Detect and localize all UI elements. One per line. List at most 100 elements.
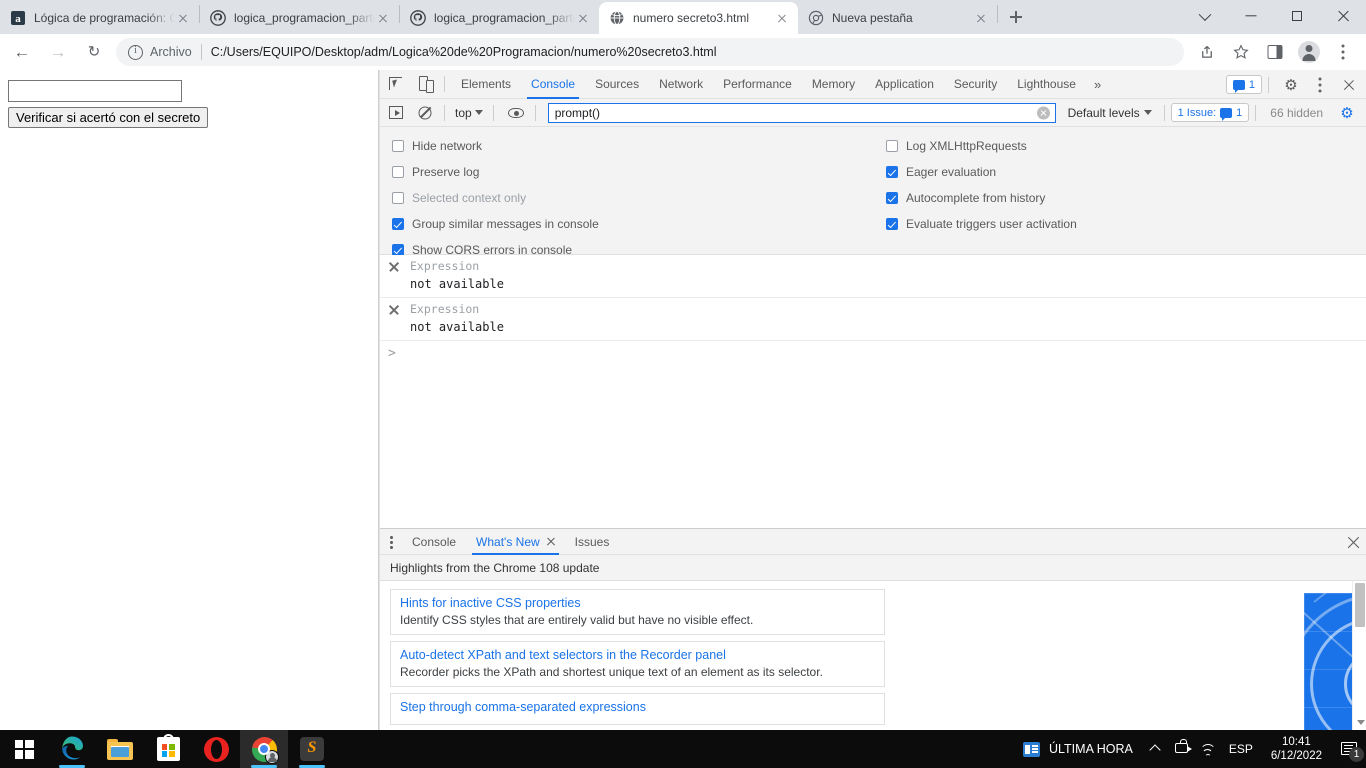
close-icon[interactable] — [375, 10, 391, 26]
tab-application[interactable]: Application — [865, 70, 944, 99]
checkbox-icon[interactable] — [392, 140, 404, 152]
language-indicator[interactable]: ESP — [1221, 742, 1261, 756]
setting-hide-network[interactable]: Hide network — [392, 133, 599, 159]
tab-console[interactable]: Console — [521, 70, 585, 99]
setting-evaluate-triggers-user-activation[interactable]: Evaluate triggers user activation — [886, 211, 1077, 237]
secret-number-input[interactable] — [8, 80, 182, 102]
live-expression-eye-icon[interactable] — [503, 100, 529, 126]
scrollbar-thumb[interactable] — [1355, 583, 1365, 627]
clear-console-icon[interactable] — [412, 100, 438, 126]
profile-avatar-icon[interactable] — [1295, 38, 1323, 66]
drawer-tab-console[interactable]: Console — [402, 529, 466, 555]
tab-lighthouse[interactable]: Lighthouse — [1007, 70, 1086, 99]
setting-selected-context-only[interactable]: Selected context only — [392, 185, 599, 211]
browser-tab-1[interactable]: a Lógica de programación: Co — [0, 2, 199, 34]
card-title-link[interactable]: Hints for inactive CSS properties — [400, 596, 875, 610]
checkbox-icon[interactable] — [392, 166, 404, 178]
execution-context-select[interactable]: top — [451, 106, 487, 120]
browser-tab-2[interactable]: logica_programacion_parte2/ — [200, 2, 399, 34]
console-output-area[interactable]: Expression not available Expression not … — [380, 255, 1366, 528]
console-message[interactable]: Expression not available — [380, 298, 1366, 341]
console-filter-input[interactable] — [547, 102, 1056, 123]
taskbar-chrome[interactable] — [240, 730, 288, 768]
forward-button[interactable]: → — [44, 38, 72, 66]
checkbox-icon[interactable] — [886, 218, 898, 230]
settings-gear-icon[interactable]: ⚙ — [1278, 72, 1304, 98]
show-hidden-icons-button[interactable] — [1143, 730, 1169, 768]
drawer-tab-whats-new[interactable]: What's New — [466, 529, 565, 555]
log-levels-select[interactable]: Default levels — [1062, 106, 1158, 120]
taskbar-sublime-text[interactable] — [288, 730, 336, 768]
setting-group-similar-messages[interactable]: Group similar messages in console — [392, 211, 599, 237]
checkbox-icon[interactable] — [392, 192, 404, 204]
checkbox-icon[interactable] — [392, 218, 404, 230]
start-button[interactable] — [0, 730, 48, 768]
console-message[interactable]: Expression not available — [380, 255, 1366, 298]
tab-elements[interactable]: Elements — [451, 70, 521, 99]
reload-button[interactable]: ↻ — [80, 38, 108, 66]
verify-secret-button[interactable]: Verificar si acertó con el secreto — [8, 107, 209, 128]
clock[interactable]: 10:41 6/12/2022 — [1261, 735, 1332, 763]
inspect-element-icon[interactable] — [383, 71, 409, 97]
back-button[interactable]: ← — [8, 38, 36, 66]
taskbar-opera[interactable] — [192, 730, 240, 768]
maximize-button[interactable] — [1274, 0, 1320, 32]
browser-tab-4-active[interactable]: numero secreto3.html — [599, 2, 798, 34]
tab-sources[interactable]: Sources — [585, 70, 649, 99]
setting-log-xmlhttprequests[interactable]: Log XMLHttpRequests — [886, 133, 1077, 159]
address-bar[interactable]: Archivo C:/Users/EQUIPO/Desktop/adm/Logi… — [116, 38, 1184, 66]
close-icon[interactable] — [575, 10, 591, 26]
wifi-icon[interactable] — [1195, 730, 1221, 768]
drawer-scrollbar[interactable] — [1352, 581, 1366, 730]
action-center-button[interactable]: 1 — [1332, 730, 1366, 768]
tab-search-icon[interactable] — [1182, 0, 1228, 32]
kebab-menu-icon[interactable] — [1329, 38, 1357, 66]
devtools-kebab-icon[interactable] — [1307, 72, 1333, 98]
checkbox-icon[interactable] — [886, 166, 898, 178]
share-icon[interactable] — [1193, 38, 1221, 66]
card-title-link[interactable]: Step through comma-separated expressions — [400, 700, 875, 714]
meet-now-icon[interactable] — [1169, 730, 1195, 768]
close-window-button[interactable] — [1320, 0, 1366, 32]
tab-network[interactable]: Network — [649, 70, 713, 99]
setting-eager-evaluation[interactable]: Eager evaluation — [886, 159, 1077, 185]
setting-preserve-log[interactable]: Preserve log — [392, 159, 599, 185]
issues-badge[interactable]: 1 — [1225, 75, 1262, 94]
close-icon[interactable] — [774, 10, 790, 26]
new-tab-button[interactable] — [1002, 3, 1030, 31]
star-icon[interactable] — [1227, 38, 1255, 66]
setting-autocomplete-from-history[interactable]: Autocomplete from history — [886, 185, 1077, 211]
side-panel-icon[interactable] — [1261, 38, 1289, 66]
info-icon[interactable] — [128, 44, 143, 60]
tab-security[interactable]: Security — [944, 70, 1007, 99]
tab-memory[interactable]: Memory — [802, 70, 865, 99]
issues-counter-button[interactable]: 1 Issue: 1 — [1170, 103, 1250, 122]
taskbar-edge[interactable] — [48, 730, 96, 768]
news-and-interests-widget[interactable]: ÚLTIMA HORA — [1013, 741, 1143, 757]
drawer-kebab-icon[interactable] — [380, 529, 402, 555]
card-title-link[interactable]: Auto-detect XPath and text selectors in … — [400, 648, 875, 662]
taskbar-microsoft-store[interactable] — [144, 730, 192, 768]
drawer-tab-issues[interactable]: Issues — [565, 529, 620, 555]
checkbox-icon[interactable] — [886, 140, 898, 152]
console-input-prompt[interactable]: > — [380, 341, 1366, 366]
browser-tab-5[interactable]: Nueva pestaña — [798, 2, 997, 34]
close-icon[interactable] — [973, 10, 989, 26]
close-icon[interactable] — [175, 10, 191, 26]
close-icon[interactable] — [546, 537, 555, 546]
console-sidebar-icon[interactable] — [383, 100, 409, 126]
checkbox-icon[interactable] — [886, 192, 898, 204]
tab-performance[interactable]: Performance — [713, 70, 802, 99]
drawer-close-icon[interactable] — [1346, 535, 1360, 549]
whats-new-card[interactable]: Hints for inactive CSS properties Identi… — [390, 589, 885, 635]
chevron-down-icon[interactable] — [1356, 720, 1365, 725]
minimize-button[interactable] — [1228, 0, 1274, 32]
console-settings-gear-icon[interactable]: ⚙ — [1334, 100, 1360, 126]
more-tabs-icon[interactable]: » — [1086, 70, 1109, 99]
devtools-close-icon[interactable] — [1336, 72, 1362, 98]
whats-new-card[interactable]: Step through comma-separated expressions — [390, 693, 885, 725]
whats-new-card[interactable]: Auto-detect XPath and text selectors in … — [390, 641, 885, 687]
device-toolbar-icon[interactable] — [412, 71, 438, 97]
clear-filter-icon[interactable] — [1036, 106, 1050, 119]
taskbar-file-explorer[interactable] — [96, 730, 144, 768]
